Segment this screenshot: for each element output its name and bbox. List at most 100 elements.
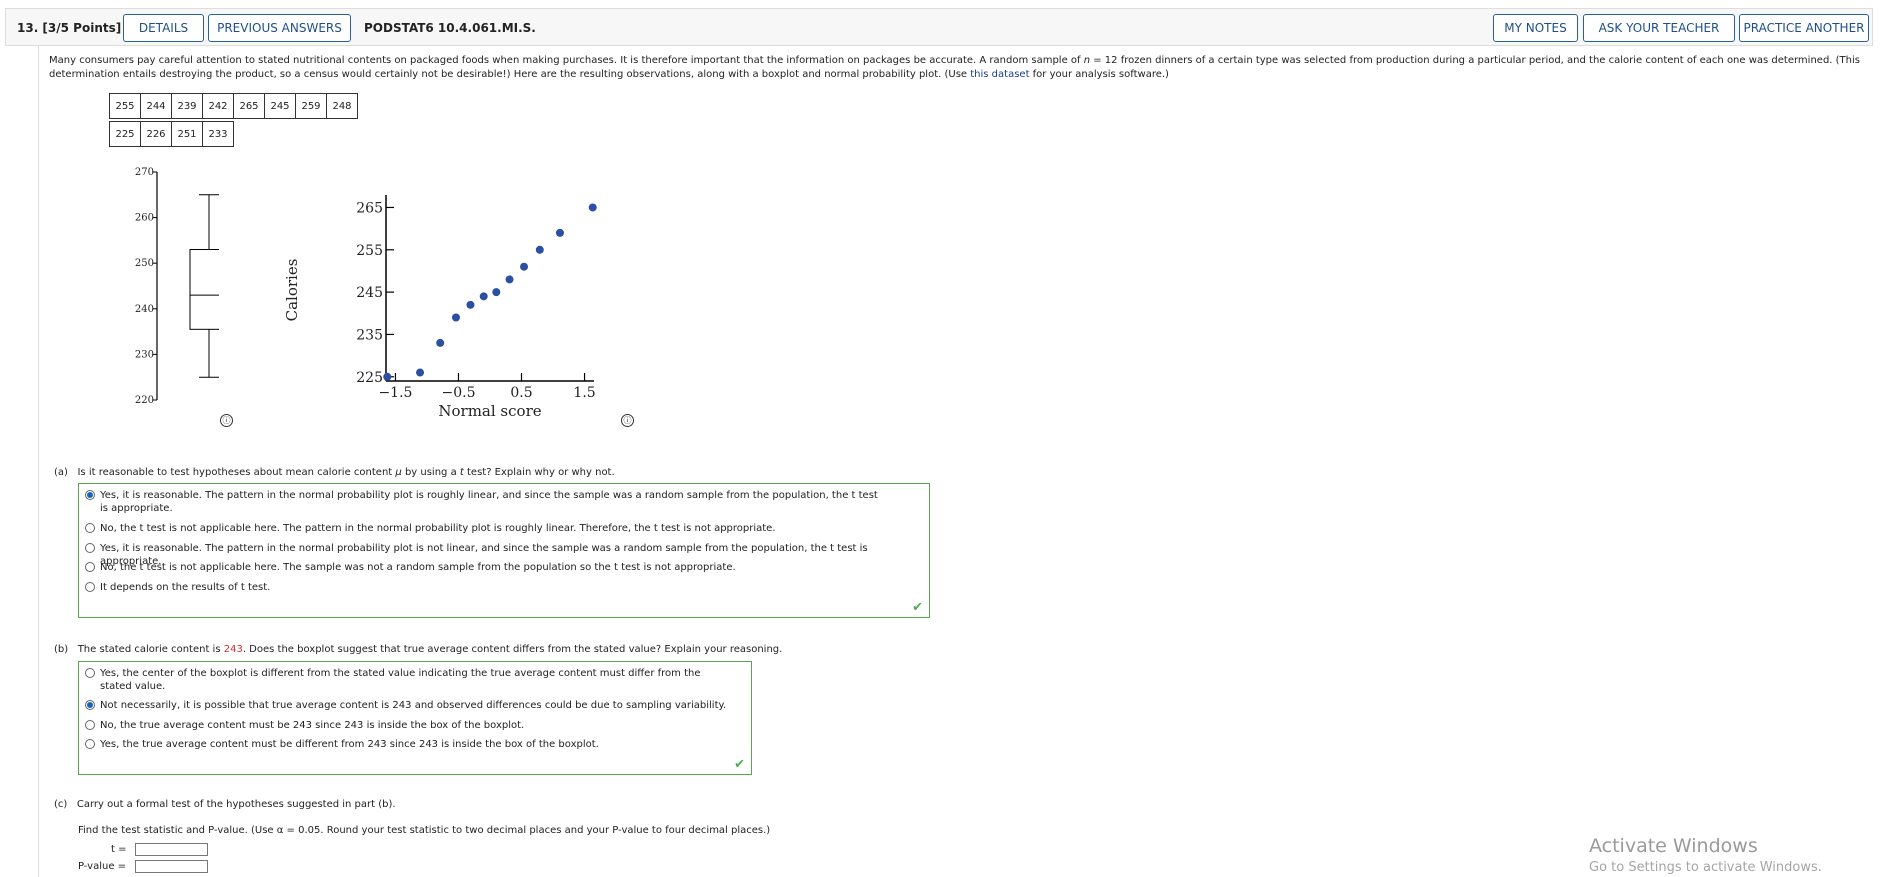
nplot-info-icon[interactable]: ⓘ bbox=[621, 414, 634, 427]
nplot-y-tick-label: 245 bbox=[356, 285, 383, 301]
radio-button[interactable] bbox=[85, 562, 95, 572]
nplot-point bbox=[555, 228, 564, 237]
question-header-bar: 13. [3/5 Points] DETAILS PREVIOUS ANSWER… bbox=[5, 8, 1873, 46]
radio-button[interactable] bbox=[85, 543, 95, 553]
boxplot-y-tick-label: 250 bbox=[135, 258, 154, 269]
problem-intro: Many consumers pay careful attention to … bbox=[49, 54, 1869, 82]
activate-windows-subtext: Go to Settings to activate Windows. bbox=[1589, 860, 1822, 875]
option-text: No, the t test is not applicable here. T… bbox=[100, 523, 776, 534]
practice-another-button[interactable]: PRACTICE ANOTHER bbox=[1739, 14, 1869, 42]
data-cell: 255 bbox=[109, 93, 141, 119]
nplot-y-tick-label: 235 bbox=[356, 327, 383, 343]
data-cell: 251 bbox=[171, 121, 203, 147]
part-b-option-4[interactable]: Yes, the true average content must be di… bbox=[85, 738, 599, 751]
option-text: No, the t test is not applicable here. T… bbox=[100, 562, 736, 573]
my-notes-button[interactable]: MY NOTES bbox=[1493, 14, 1578, 42]
part-b-label: (b) bbox=[54, 644, 69, 655]
t-statistic-input[interactable] bbox=[135, 843, 208, 856]
t-label: t = bbox=[111, 844, 127, 855]
radio-button[interactable] bbox=[85, 523, 95, 533]
radio-button[interactable] bbox=[85, 720, 95, 730]
problem-code: PODSTAT6 10.4.061.MI.S. bbox=[364, 21, 536, 35]
nplot-point bbox=[466, 300, 475, 309]
details-button[interactable]: DETAILS bbox=[123, 14, 204, 42]
part-a-text-2: by using a bbox=[401, 467, 460, 478]
nplot-point bbox=[535, 245, 544, 254]
nplot-point bbox=[520, 262, 529, 271]
part-a-option-1[interactable]: Yes, it is reasonable. The pattern in th… bbox=[85, 489, 885, 515]
normal-probability-plot: 225 235 245 255 265 −1.5 −0.5 0.5 1.5 Normal scor… bbox=[284, 195, 597, 420]
option-text: Yes, the center of the boxplot is differ… bbox=[100, 668, 701, 692]
part-b-text-2: . Does the boxplot suggest that true ave… bbox=[242, 644, 783, 655]
data-cell: 225 bbox=[109, 121, 141, 147]
part-b-question: (b) The stated calorie content is 243. D… bbox=[54, 644, 782, 655]
radio-button[interactable] bbox=[85, 668, 95, 678]
data-cell: 226 bbox=[140, 121, 172, 147]
intro-text-3: for your analysis software.) bbox=[1029, 69, 1169, 80]
radio-button[interactable] bbox=[85, 490, 95, 500]
nplot-x-tick-label: −1.5 bbox=[378, 385, 412, 401]
boxplot-y-tick-label: 260 bbox=[135, 213, 154, 224]
nplot-y-tick-label: 225 bbox=[356, 370, 383, 386]
part-a-text: Is it reasonable to test hypotheses abou… bbox=[77, 467, 396, 478]
intro-text: Many consumers pay careful attention to … bbox=[49, 55, 1084, 66]
part-b-option-1[interactable]: Yes, the center of the boxplot is differ… bbox=[85, 667, 725, 693]
nplot-point bbox=[505, 275, 514, 284]
part-b-option-2[interactable]: Not necessarily, it is possible that tru… bbox=[85, 699, 726, 712]
part-b-text: The stated calorie content is bbox=[77, 644, 224, 655]
part-a-option-5[interactable]: It depends on the results of t test. bbox=[85, 581, 270, 594]
data-cell: 259 bbox=[295, 93, 327, 119]
part-a-question: (a) Is it reasonable to test hypotheses … bbox=[54, 467, 615, 478]
nplot-point bbox=[383, 372, 392, 381]
nplot-y-tick-label: 265 bbox=[356, 200, 383, 216]
part-a-option-4[interactable]: No, the t test is not applicable here. T… bbox=[85, 561, 736, 574]
option-text: Yes, it is reasonable. The pattern in th… bbox=[100, 490, 878, 514]
radio-button[interactable] bbox=[85, 700, 95, 710]
question-content: Many consumers pay careful attention to … bbox=[38, 46, 1874, 877]
correct-check-icon: ✔ bbox=[734, 757, 745, 772]
nplot-point bbox=[479, 292, 488, 301]
boxplot-y-tick-label: 240 bbox=[135, 304, 154, 315]
data-cell: 239 bbox=[171, 93, 203, 119]
part-a-option-2[interactable]: No, the t test is not applicable here. T… bbox=[85, 522, 776, 535]
part-c-question: (c) Carry out a formal test of the hypot… bbox=[54, 799, 396, 810]
nplot-point bbox=[451, 313, 460, 322]
part-a-options: Yes, it is reasonable. The pattern in th… bbox=[78, 483, 930, 618]
data-cell: 244 bbox=[140, 93, 172, 119]
data-cell: 242 bbox=[202, 93, 234, 119]
part-b-options: Yes, the center of the boxplot is differ… bbox=[78, 661, 752, 775]
option-text: It depends on the results of t test. bbox=[100, 582, 271, 593]
data-table-row2: 225 226 251 233 bbox=[109, 121, 234, 147]
nplot-point bbox=[588, 203, 597, 212]
p-value-label: P-value = bbox=[78, 861, 127, 872]
radio-button[interactable] bbox=[85, 582, 95, 592]
nplot-point bbox=[492, 288, 501, 297]
previous-answers-button[interactable]: PREVIOUS ANSWERS bbox=[208, 14, 351, 42]
radio-button[interactable] bbox=[85, 739, 95, 749]
part-a-text-3: test? Explain why or why not. bbox=[463, 467, 615, 478]
ask-teacher-button[interactable]: ASK YOUR TEACHER bbox=[1583, 14, 1735, 42]
data-cell: 233 bbox=[202, 121, 234, 147]
nplot-x-tick-label: −0.5 bbox=[441, 385, 475, 401]
question-number: 13. [3/5 Points] bbox=[17, 21, 122, 35]
part-c-text: Carry out a formal test of the hypothese… bbox=[76, 799, 396, 810]
option-text: No, the true average content must be 243… bbox=[100, 720, 525, 731]
part-b-option-3[interactable]: No, the true average content must be 243… bbox=[85, 719, 524, 732]
boxplot-y-tick-label: 230 bbox=[135, 349, 154, 360]
nplot-y-tick-label: 255 bbox=[356, 243, 383, 259]
data-cell: 248 bbox=[326, 93, 358, 119]
p-value-input[interactable] bbox=[135, 860, 208, 873]
boxplot: 220 230 240 250 260 270 bbox=[135, 167, 219, 406]
option-text: Yes, the true average content must be di… bbox=[100, 739, 599, 750]
part-a-label: (a) bbox=[54, 467, 68, 478]
correct-check-icon: ✔ bbox=[912, 600, 923, 615]
boxplot-info-icon[interactable]: ⓘ bbox=[220, 414, 233, 427]
boxplot-y-tick-label: 270 bbox=[135, 167, 154, 178]
nplot-x-tick-label: 1.5 bbox=[573, 385, 595, 401]
data-cell: 265 bbox=[233, 93, 265, 119]
stated-value: 243 bbox=[223, 644, 243, 655]
nplot-y-label: Calories bbox=[284, 259, 301, 322]
nplot-point bbox=[416, 368, 425, 377]
option-text: Not necessarily, it is possible that tru… bbox=[100, 700, 727, 711]
dataset-link[interactable]: this dataset bbox=[970, 69, 1029, 80]
